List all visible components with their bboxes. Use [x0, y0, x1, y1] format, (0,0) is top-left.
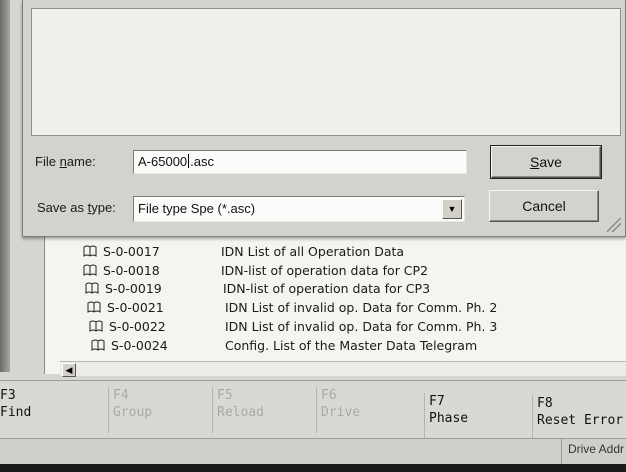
- status-bar: Drive Addr: [0, 438, 626, 465]
- fkey-label: Reset Error: [537, 413, 624, 428]
- book-icon: [89, 320, 103, 332]
- f7-phase-button[interactable]: F7 Phase: [424, 393, 529, 439]
- selected-file-type: File type Spe (*.asc): [138, 201, 256, 216]
- book-icon: [83, 264, 97, 276]
- save-dialog: File name: A-65000 .asc Save as type: Fil…: [22, 0, 626, 237]
- file-name-input[interactable]: A-65000 .asc: [133, 150, 467, 174]
- fkey-label: Phase: [429, 411, 469, 426]
- fkey-number: F7: [429, 394, 445, 409]
- book-icon: [85, 282, 99, 294]
- idn-label: S-0-0022: [109, 319, 166, 334]
- drive-address-status: Drive Addr: [560, 439, 626, 464]
- fkey-number: F6: [321, 388, 337, 403]
- fkey-label: Reload: [217, 405, 264, 420]
- fkey-label: Drive: [321, 405, 361, 420]
- idn-description: Config. List of the Master Data Telegram: [225, 338, 478, 353]
- chevron-down-icon[interactable]: ▼: [442, 199, 462, 219]
- idn-label: S-0-0019: [105, 281, 162, 296]
- fkey-number: F8: [537, 396, 553, 411]
- f5-reload-button[interactable]: F5 Reload: [212, 387, 313, 433]
- book-icon: [87, 301, 101, 313]
- monitor-bezel-bottom: [0, 464, 626, 472]
- idn-description: IDN List of invalid op. Data for Comm. P…: [225, 319, 498, 334]
- screen: S-0-0017 IDN List of all Operation Data …: [0, 0, 626, 472]
- fkey-label: Group: [113, 405, 153, 420]
- file-list-pane[interactable]: [31, 8, 621, 136]
- f6-drive-button[interactable]: F6 Drive: [316, 387, 419, 433]
- idn-label: S-0-0021: [107, 300, 164, 315]
- book-icon: [91, 339, 105, 351]
- fkey-number: F3: [0, 388, 16, 403]
- save-button[interactable]: Save: [490, 145, 602, 179]
- idn-description: IDN-list of operation data for CP2: [221, 263, 429, 278]
- fkey-number: F5: [217, 388, 233, 403]
- save-as-type-select[interactable]: File type Spe (*.asc) ▼: [133, 196, 465, 222]
- function-key-bar: F3 Find F4 Group F5 Reload F6 Drive F7 P…: [0, 380, 626, 441]
- resize-grip-icon[interactable]: [607, 218, 621, 232]
- f3-find-button[interactable]: F3 Find: [0, 387, 100, 433]
- save-as-type-label: Save as type:: [37, 200, 116, 215]
- idn-description: IDN List of invalid op. Data for Comm. P…: [225, 300, 498, 315]
- f4-group-button[interactable]: F4 Group: [108, 387, 209, 433]
- arrow-left-icon[interactable]: ◀: [62, 363, 76, 377]
- fkey-number: F4: [113, 388, 129, 403]
- file-name-label: File name:: [35, 154, 96, 169]
- monitor-bezel: [0, 0, 10, 372]
- idn-description: IDN-list of operation data for CP3: [223, 281, 431, 296]
- horizontal-scrollbar[interactable]: ◀: [60, 361, 626, 377]
- book-icon: [83, 245, 97, 257]
- cancel-button[interactable]: Cancel: [489, 190, 599, 222]
- idn-label: S-0-0024: [111, 338, 168, 353]
- idn-label: S-0-0018: [103, 263, 160, 278]
- fkey-label: Find: [0, 405, 32, 420]
- idn-label: S-0-0017: [103, 244, 160, 259]
- idn-description: IDN List of all Operation Data: [221, 244, 405, 259]
- f8-reset-error-button[interactable]: F8 Reset Error: [532, 395, 626, 441]
